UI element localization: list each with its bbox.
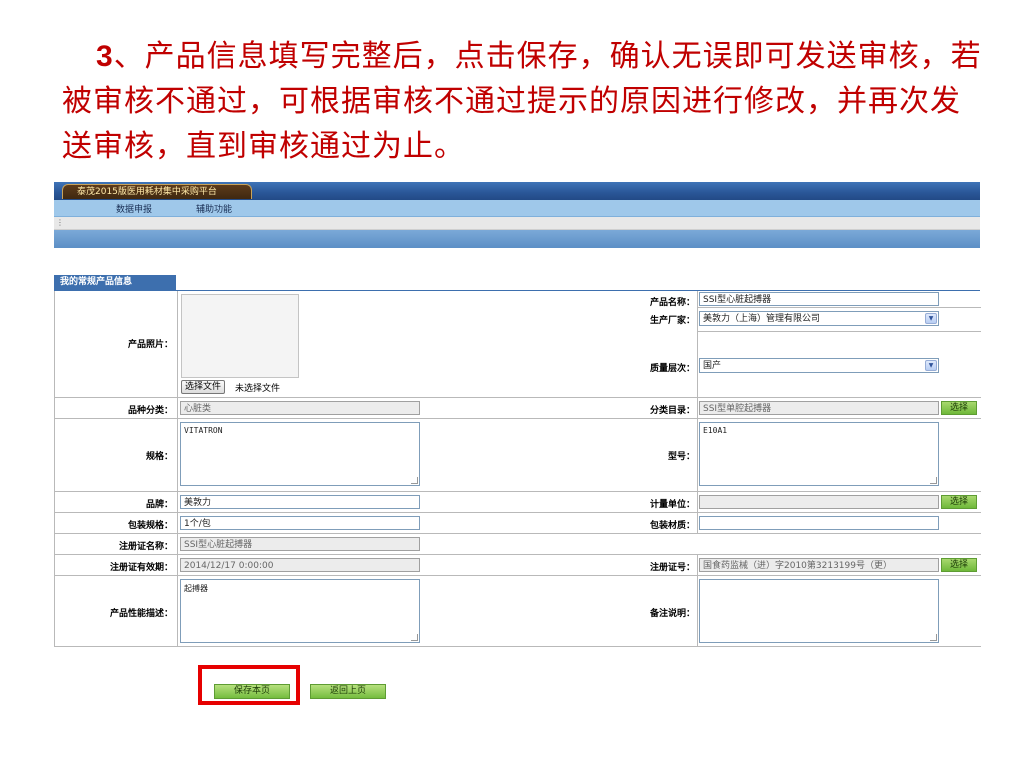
pack-material-input[interactable] [699,516,939,530]
quality-select[interactable]: 国产 ▼ [699,358,939,373]
form-row-reg-valid: 注册证有效期： 2014/12/17 0:00:00 注册证号： 国食药监械（进… [55,555,981,576]
slide-title: 3、产品信息填写完整后，点击保存，确认无误即可发送审核，若被审核不通过，可根据审… [62,34,982,169]
perf-label: 产品性能描述： [109,609,173,619]
menu-item-data-report[interactable]: 数据申报 [116,202,152,215]
form-row-brand: 品牌： 美敦力 计量单位： 选择 [55,492,981,513]
chevron-down-icon[interactable]: ▼ [925,313,937,324]
unit-select-button[interactable]: 选择 [941,495,977,509]
app-screenshot: 泰茂2015版医用耗材集中采购平台 数据申报 辅助功能 ⋮ 我的常规产品信息 产… [54,182,981,705]
pack-spec-input[interactable]: 1个/包 [180,516,420,530]
product-name-input[interactable]: SSI型心脏起搏器 [699,292,939,306]
model-value: E10A1 [703,426,728,435]
file-status: 未选择文件 [235,384,281,394]
brand-label: 品牌： [145,500,173,510]
catalog-label: 分类目录： [649,406,695,416]
brand-input[interactable]: 美敦力 [180,495,420,509]
choose-file-button[interactable]: 选择文件 [181,380,226,394]
form-row-reg-name: 注册证名称： SSI型心脏起搏器 [55,534,981,555]
app-top-bar: 泰茂2015版医用耗材集中采购平台 [54,182,980,200]
product-name-label: 产品名称： [649,298,695,308]
resize-handle-icon[interactable] [411,477,418,484]
model-textarea[interactable]: E10A1 [699,422,939,486]
spec-label: 规格： [145,452,173,462]
unit-input[interactable] [699,495,939,509]
toolbar-grip-icon[interactable]: ⋮ [56,218,64,227]
reg-name-label: 注册证名称： [118,542,173,552]
pack-material-label: 包装材质： [649,521,695,531]
perf-value: 起搏器 [184,584,208,593]
pack-spec-label: 包装规格： [127,521,173,531]
spec-textarea[interactable]: VITATRON [180,422,420,486]
menu-bar: 数据申报 辅助功能 [54,200,980,217]
perf-textarea[interactable]: 起搏器 [180,579,420,643]
product-photo-preview [181,294,299,378]
remark-textarea[interactable] [699,579,939,643]
category-label: 品种分类： [127,406,173,416]
reg-no-label: 注册证号： [649,563,695,573]
resize-handle-icon[interactable] [930,477,937,484]
form-row-category: 品种分类： 心脏类 分类目录： SSI型单腔起搏器 选择 [55,398,981,419]
form-row-photo: 产品照片： 选择文件 未选择文件 产品名称： SSI型心脏起搏器 生产厂家： 美… [55,291,981,398]
reg-no-input[interactable]: 国食药监械（进）字2010第3213199号（更） [699,558,939,572]
form-row-packing: 包装规格： 1个/包 包装材质： [55,513,981,534]
toolbar-strip: ⋮ [54,217,980,230]
slide-title-number: 3 [96,40,114,73]
manufacturer-label: 生产厂家： [649,316,695,326]
platform-brand-tab[interactable]: 泰茂2015版医用耗材集中采购平台 [62,184,252,199]
form-row-spec: 规格： VITATRON 型号： E10A1 [55,419,981,492]
manufacturer-value: 美敦力（上海）管理有限公司 [703,314,821,324]
remark-label: 备注说明： [649,609,695,619]
category-input[interactable]: 心脏类 [180,401,420,415]
reg-name-input[interactable]: SSI型心脏起搏器 [180,537,420,551]
header-band [54,230,980,248]
form-row-description: 产品性能描述： 起搏器 备注说明： [55,576,981,647]
reg-valid-label: 注册证有效期： [109,563,173,573]
product-form: 产品照片： 选择文件 未选择文件 产品名称： SSI型心脏起搏器 生产厂家： 美… [54,291,981,647]
catalog-select-button[interactable]: 选择 [941,401,977,415]
chevron-down-icon[interactable]: ▼ [925,360,937,371]
back-page-button[interactable]: 返回上页 [310,684,386,699]
model-label: 型号： [667,452,695,462]
reg-no-select-button[interactable]: 选择 [941,558,977,572]
unit-label: 计量单位： [649,500,695,510]
quality-label: 质量层次： [649,364,695,374]
menu-item-aux-functions[interactable]: 辅助功能 [196,202,232,215]
resize-handle-icon[interactable] [930,634,937,641]
save-highlight-box [198,665,300,705]
manufacturer-select[interactable]: 美敦力（上海）管理有限公司 ▼ [699,311,939,326]
resize-handle-icon[interactable] [411,634,418,641]
slide-title-text: 、产品信息填写完整后，点击保存，确认无误即可发送审核，若被审核不通过，可根据审核… [62,39,982,164]
section-tab-product-info[interactable]: 我的常规产品信息 [54,275,176,290]
quality-value: 国产 [703,361,722,371]
photo-label: 产品照片： [127,340,173,350]
spec-value: VITATRON [184,426,223,435]
reg-valid-input[interactable]: 2014/12/17 0:00:00 [180,558,420,572]
catalog-input[interactable]: SSI型单腔起搏器 [699,401,939,415]
